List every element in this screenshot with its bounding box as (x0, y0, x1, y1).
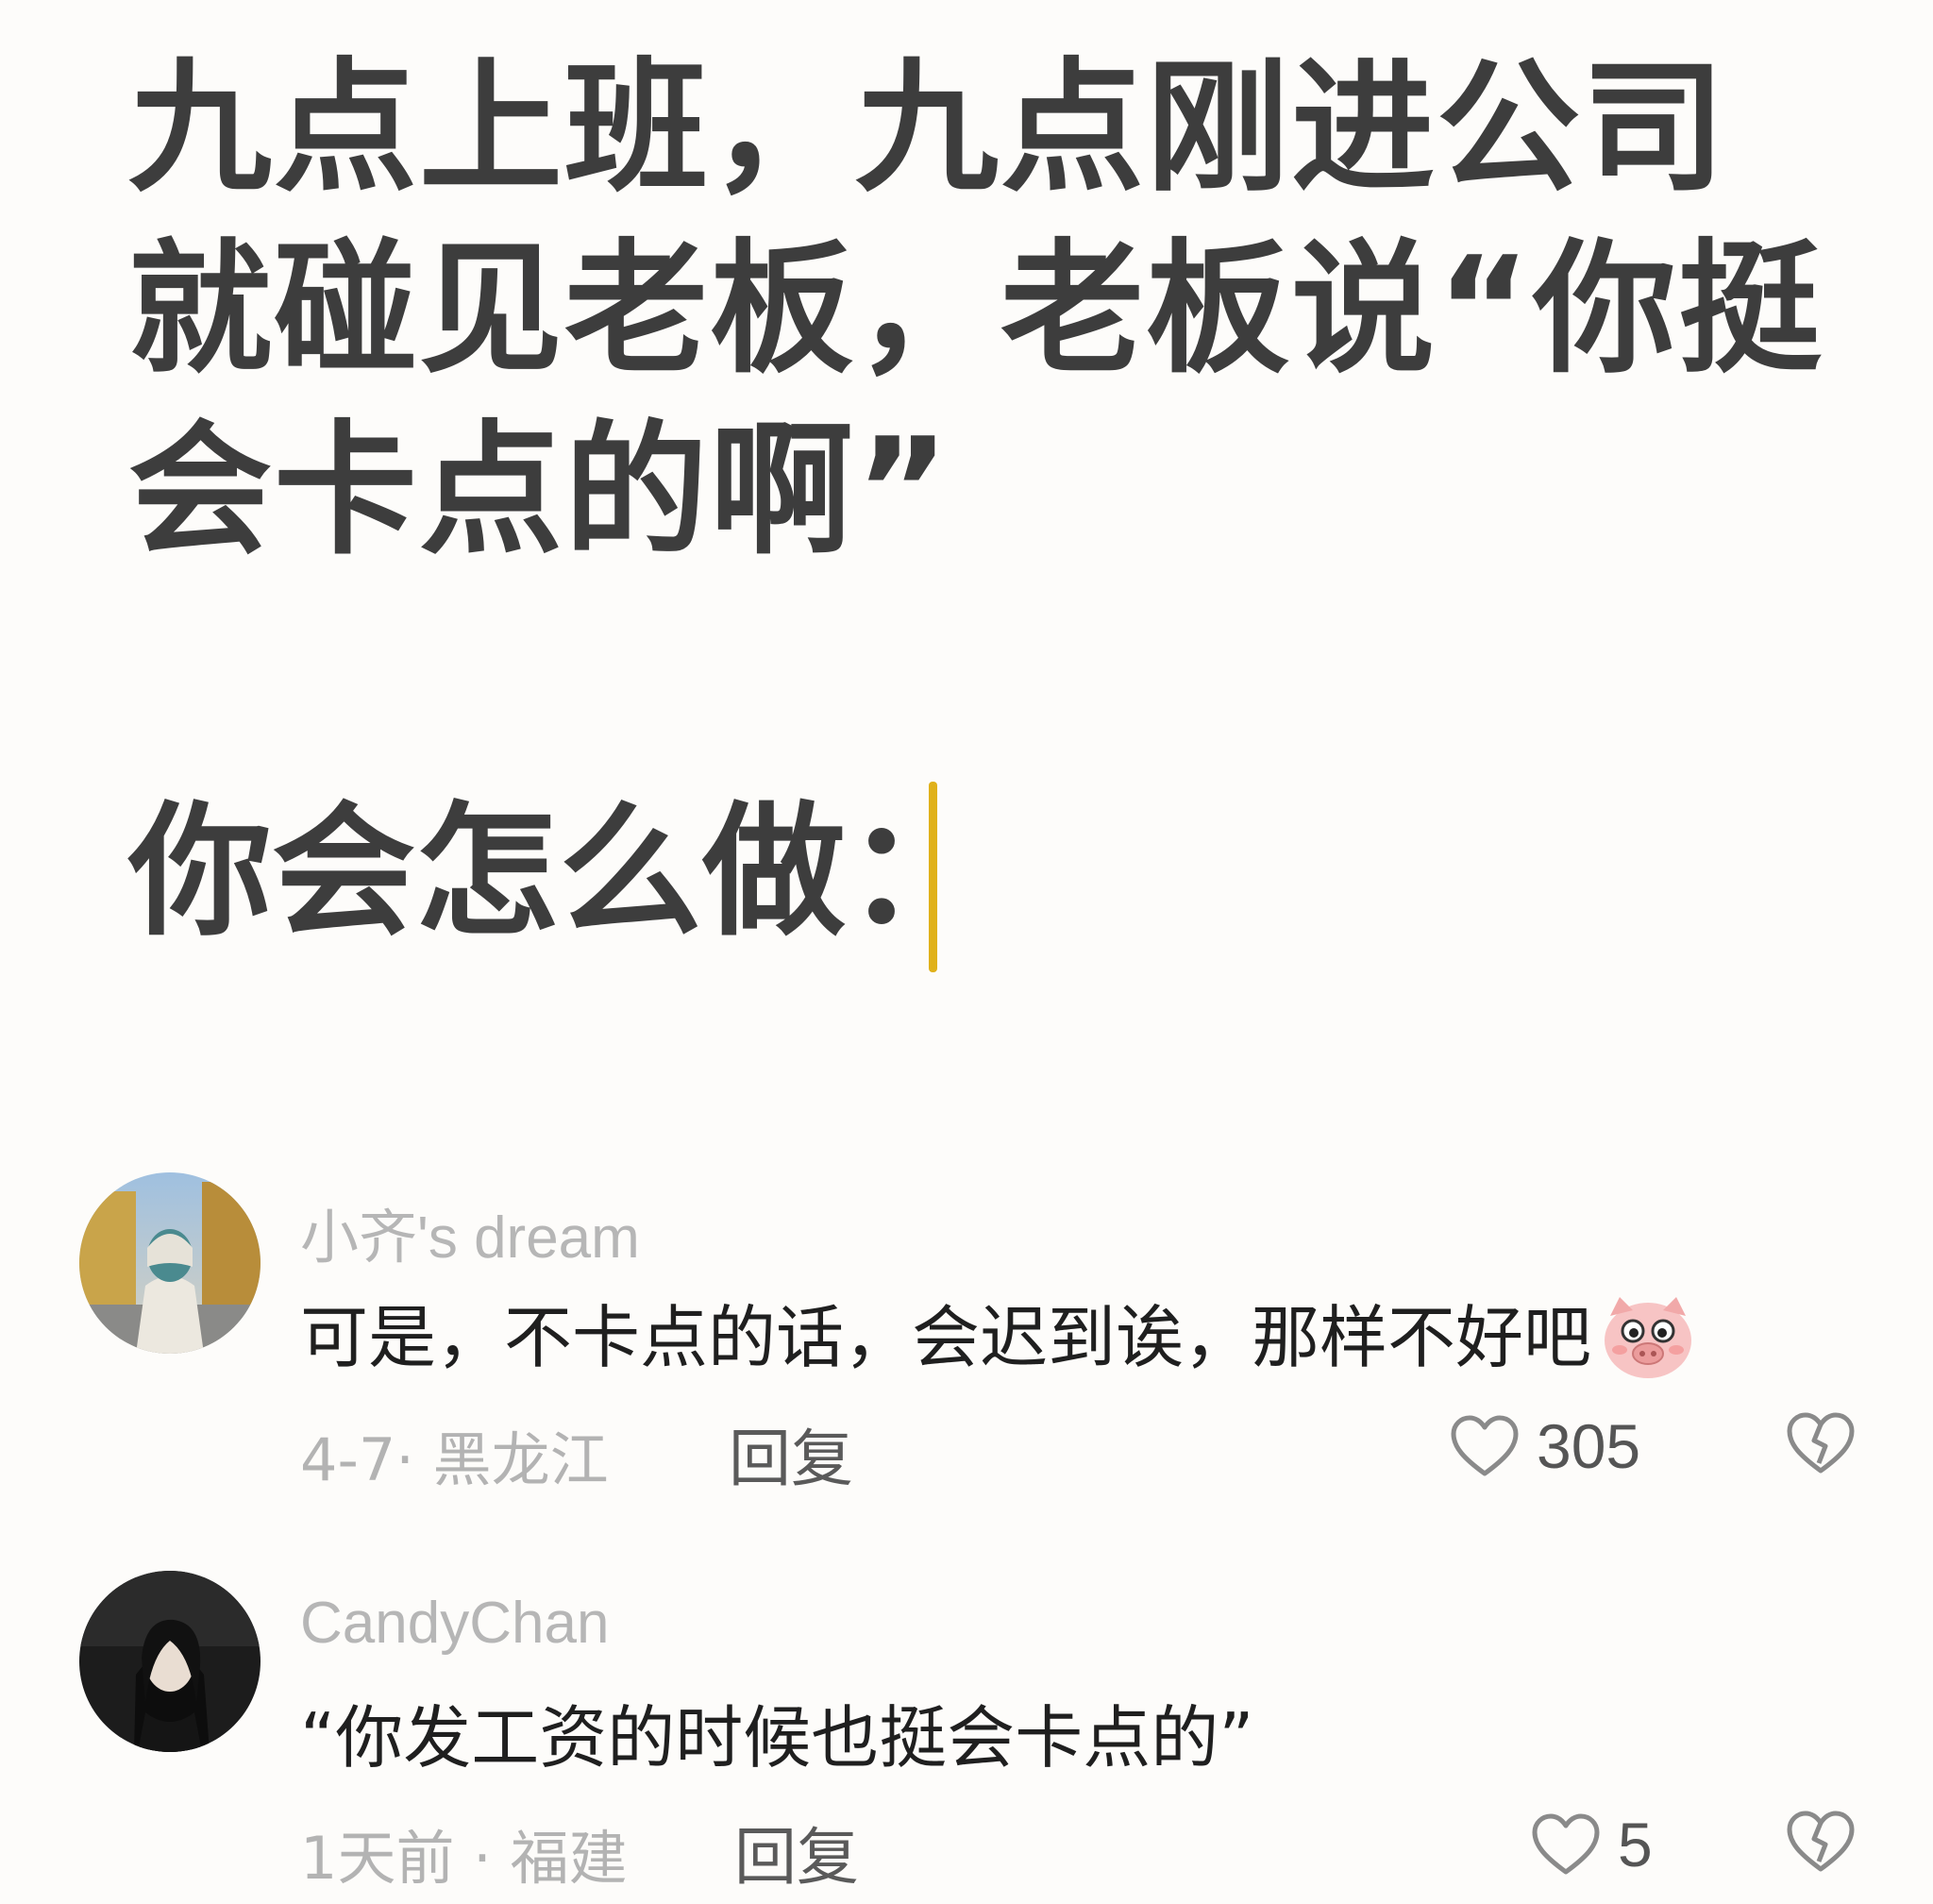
avatar[interactable] (79, 1571, 261, 1752)
text-cursor (929, 782, 937, 972)
reply-button[interactable]: 回复 (734, 1807, 859, 1897)
dislike-button[interactable] (1786, 1412, 1856, 1478)
heart-outline-icon (1532, 1813, 1600, 1875)
comment-text-content: 可是，不卡点的话，会迟到诶，那样不好吧 (300, 1298, 1592, 1377)
comment-username[interactable]: CandyChan (300, 1590, 609, 1657)
post-title: 九点上班，九点刚进公司 就碰见老板，老板说“你挺 会卡点的啊” (128, 38, 1827, 581)
comment-text: “你发工资的时候也挺会卡点的” (300, 1698, 1254, 1778)
comment-item: 小齐's dream 可是，不卡点的话，会迟到诶，那样不好吧 4-7· 黑龙江 … (0, 1171, 1933, 1510)
like-button[interactable]: 5 (1531, 1809, 1653, 1880)
dislike-button[interactable] (1786, 1811, 1856, 1877)
broken-heart-icon (1787, 1412, 1855, 1474)
comment-meta: 1天前 · 福建 (300, 1824, 628, 1893)
post-title-line-3: 会卡点的啊” (128, 407, 951, 574)
pig-face-emoji-icon (1601, 1291, 1695, 1382)
comment-item: CandyChan “你发工资的时候也挺会卡点的” 1天前 · 福建 回复 5 (0, 1571, 1933, 1894)
like-count: 5 (1618, 1810, 1653, 1879)
comment-text: 可是，不卡点的话，会迟到诶，那样不好吧 (300, 1282, 1695, 1388)
broken-heart-icon (1787, 1811, 1855, 1872)
comment-meta: 4-7· 黑龙江 (300, 1425, 609, 1494)
post-prompt: 你会怎么做： (128, 788, 989, 955)
reply-button[interactable]: 回复 (729, 1408, 853, 1499)
comment-username[interactable]: 小齐's dream (300, 1189, 640, 1274)
heart-outline-icon (1451, 1415, 1519, 1476)
avatar[interactable] (79, 1172, 261, 1354)
post-title-line-2: 就碰见老板，老板说“你挺 (128, 226, 1824, 393)
post-title-line-1: 九点上班，九点刚进公司 (128, 44, 1727, 211)
like-count: 305 (1537, 1411, 1641, 1481)
like-button[interactable]: 305 (1450, 1410, 1640, 1482)
